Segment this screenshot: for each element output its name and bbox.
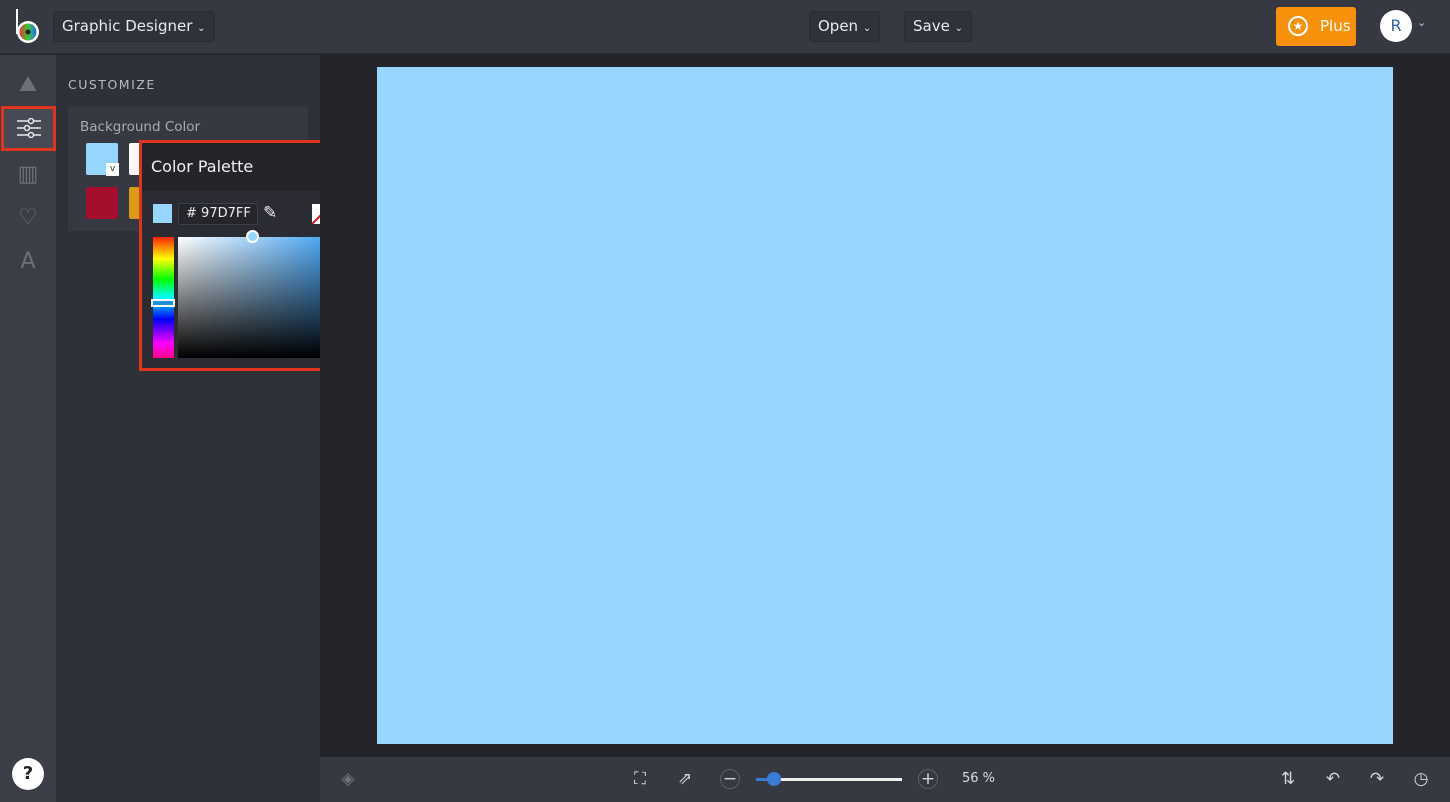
- zoom-slider[interactable]: [756, 772, 902, 786]
- app-logo[interactable]: [14, 8, 42, 44]
- hue-slider-handle[interactable]: [151, 299, 175, 307]
- expand-icon[interactable]: ⇗: [674, 768, 696, 790]
- heart-icon[interactable]: ♡: [14, 204, 42, 232]
- zoom-in-button[interactable]: +: [918, 769, 938, 789]
- hue-slider[interactable]: [153, 237, 174, 358]
- chevron-down-icon[interactable]: ⌄: [1417, 16, 1426, 29]
- chevron-down-icon: v: [106, 163, 119, 176]
- zoom-out-button[interactable]: −: [720, 769, 740, 789]
- hex-input[interactable]: # 97D7FF: [178, 203, 258, 225]
- background-color-label: Background Color: [80, 119, 201, 135]
- fit-screen-icon[interactable]: ⛶: [629, 768, 651, 790]
- color-picker-handle[interactable]: [246, 230, 259, 243]
- help-button[interactable]: ?: [12, 758, 44, 790]
- chevron-down-icon: ⌄: [862, 23, 872, 34]
- swatch-current[interactable]: v: [86, 143, 119, 176]
- open-button[interactable]: Open ⌄: [809, 11, 881, 42]
- zoom-slider-handle[interactable]: [767, 772, 781, 786]
- save-button[interactable]: Save ⌄: [904, 11, 972, 42]
- chevron-down-icon: ⌄: [197, 23, 206, 34]
- current-color-preview: [153, 204, 172, 223]
- undo-icon[interactable]: ↶: [1322, 768, 1344, 790]
- top-bar: Graphic Designer ⌄ Open ⌄ Save ⌄ ★ Plus R…: [0, 0, 1450, 54]
- swatch-red[interactable]: [86, 187, 118, 219]
- star-icon: ★: [1288, 16, 1308, 36]
- columns-icon[interactable]: ▥: [14, 161, 42, 189]
- text-icon[interactable]: A: [14, 248, 42, 276]
- app-menu-button[interactable]: Graphic Designer ⌄: [53, 11, 215, 42]
- swap-icon[interactable]: ⇅: [1277, 768, 1299, 790]
- eyedropper-icon[interactable]: ✎: [263, 203, 277, 223]
- zoom-level: 56 %: [962, 771, 996, 786]
- redo-icon[interactable]: ↷: [1366, 768, 1388, 790]
- sliders-icon: [17, 118, 41, 138]
- image-icon[interactable]: ⛰: [14, 71, 42, 99]
- avatar[interactable]: R: [1380, 10, 1412, 42]
- history-icon[interactable]: ◷: [1410, 768, 1432, 790]
- panel-title: CUSTOMIZE: [68, 77, 156, 92]
- chevron-down-icon: ⌄: [954, 23, 963, 34]
- bottom-toolbar: ◈ ⛶ ⇗ − + 56 % ⇅ ↶ ↷ ◷: [320, 757, 1450, 802]
- layers-icon[interactable]: ◈: [337, 768, 359, 790]
- tool-rail: ⛰ ▥ ♡ A: [0, 55, 56, 802]
- sidebar-item-customize[interactable]: [1, 106, 56, 151]
- design-canvas[interactable]: [377, 67, 1393, 744]
- plus-button[interactable]: ★ Plus: [1276, 7, 1356, 46]
